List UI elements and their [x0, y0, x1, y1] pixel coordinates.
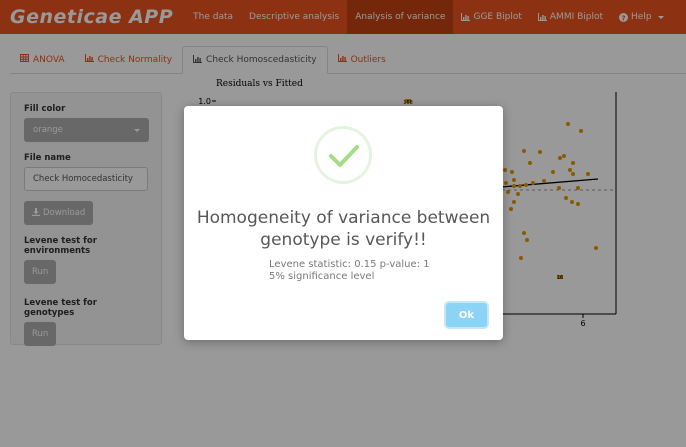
- dialog-title: Homogeneity of variance between genotype…: [196, 208, 491, 250]
- significance-level-text: 5% significance level: [269, 271, 375, 282]
- dialog-text: Levene statistic: 0.15 p-value: 1 5% sig…: [269, 259, 430, 283]
- ok-button[interactable]: Ok: [444, 301, 489, 329]
- success-check-icon: [314, 126, 372, 184]
- result-dialog: Homogeneity of variance between genotype…: [184, 106, 503, 340]
- levene-statistic-text: Levene statistic: 0.15 p-value: 1: [269, 259, 430, 270]
